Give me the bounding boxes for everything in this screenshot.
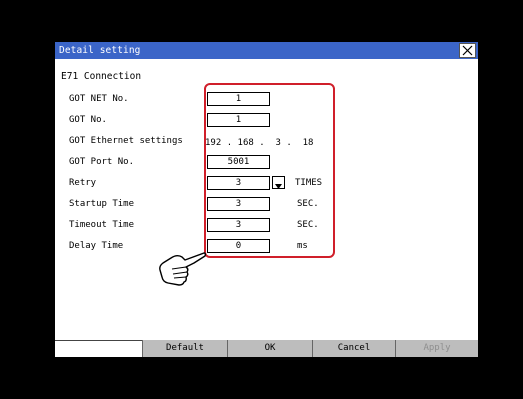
retry-dropdown-button[interactable]: [272, 176, 285, 189]
got-net-no-label: GOT NET No.: [69, 94, 129, 104]
close-button[interactable]: [459, 43, 476, 58]
startup-time-label: Startup Time: [69, 199, 135, 209]
got-no-field[interactable]: 1: [207, 113, 270, 127]
got-port-label: GOT Port No.: [69, 157, 135, 167]
ip-octet-1[interactable]: 192: [205, 137, 221, 149]
timeout-time-field[interactable]: 3: [207, 218, 270, 232]
apply-button[interactable]: Apply: [395, 340, 478, 357]
delay-time-field[interactable]: 0: [207, 239, 270, 253]
retry-unit: TIMES: [295, 178, 323, 188]
got-ethernet-ip[interactable]: 192 . 168 . 3 . 18: [205, 137, 313, 149]
dialog-titlebar: Detail setting: [55, 42, 478, 59]
section-title: E71 Connection: [61, 71, 142, 82]
dialog-title: Detail setting: [59, 45, 141, 56]
cancel-button[interactable]: Cancel: [312, 340, 395, 357]
got-port-field[interactable]: 5001: [207, 155, 270, 169]
retry-label: Retry: [69, 178, 97, 188]
ip-separator: .: [226, 138, 233, 148]
ip-octet-4[interactable]: 18: [303, 137, 314, 149]
retry-select[interactable]: 3: [207, 176, 270, 190]
timeout-time-label: Timeout Time: [69, 220, 135, 230]
got-net-no-field[interactable]: 1: [207, 92, 270, 106]
delay-time-unit: ms: [297, 241, 308, 251]
ip-octet-3[interactable]: 3: [275, 137, 280, 149]
delay-time-label: Delay Time: [69, 241, 124, 251]
ok-button[interactable]: OK: [227, 340, 312, 357]
ip-separator: .: [286, 138, 292, 148]
triangle-down-icon: [275, 184, 282, 189]
got-ethernet-label: GOT Ethernet settings: [69, 136, 183, 146]
timeout-time-unit: SEC.: [297, 220, 319, 230]
screen-background: Detail setting E71 Connection GOT NET No…: [0, 0, 523, 399]
ip-separator: .: [259, 138, 265, 148]
default-button[interactable]: Default: [142, 340, 227, 357]
startup-time-unit: SEC.: [297, 199, 319, 209]
pointing-hand-icon: [159, 252, 207, 286]
close-icon: [462, 45, 473, 56]
startup-time-field[interactable]: 3: [207, 197, 270, 211]
detail-setting-dialog: Detail setting E71 Connection GOT NET No…: [55, 42, 478, 357]
got-no-label: GOT No.: [69, 115, 107, 125]
ip-octet-2[interactable]: 168: [238, 137, 254, 149]
